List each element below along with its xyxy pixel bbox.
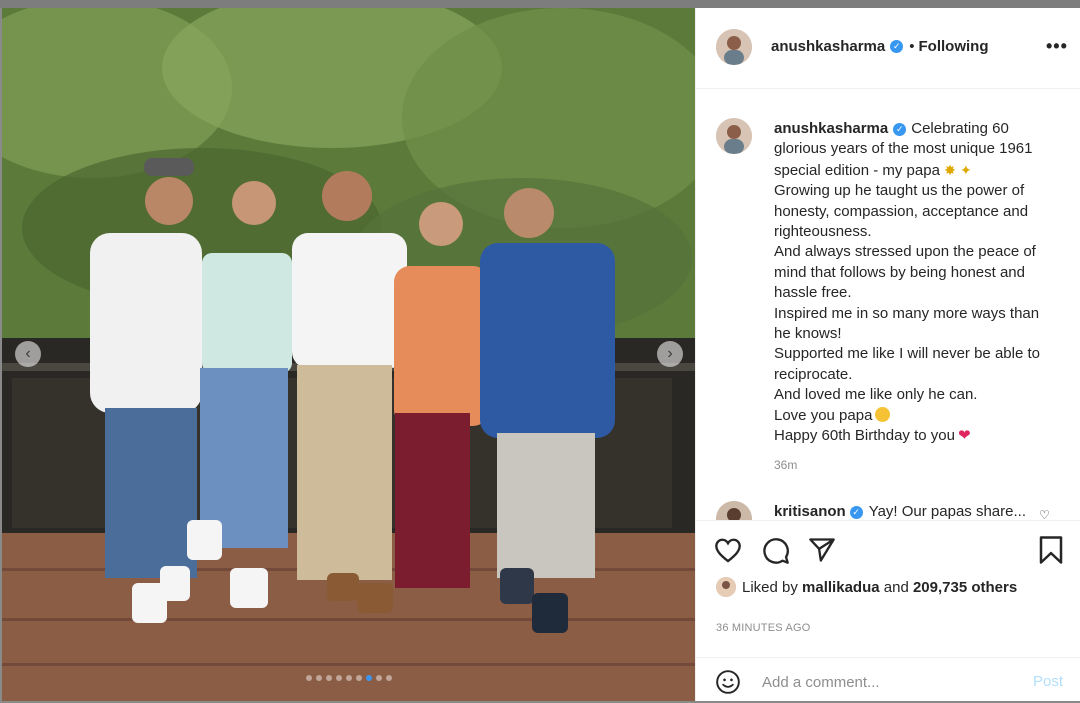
- caption-verified-badge-icon: ✓: [893, 122, 907, 136]
- liked-by-and: and: [883, 578, 909, 596]
- caption-timestamp[interactable]: 36m: [774, 458, 797, 472]
- likes-count[interactable]: 209,735 others: [913, 579, 1017, 596]
- caption-line-8: Happy 60th Birthday to you: [774, 427, 955, 445]
- verified-badge-icon: ✓: [890, 40, 904, 53]
- carousel-dot: [385, 675, 392, 681]
- caption-line-7: Love you papa: [774, 406, 873, 424]
- post-actions: Liked by mallikadua and 209,735 others 3…: [696, 520, 1080, 702]
- kiss-emoji-icon: [875, 406, 891, 422]
- carousel-next-button[interactable]: ›: [657, 341, 683, 367]
- carousel-indicator: [2, 675, 695, 681]
- caption-line-2: Growing up he taught us the power of hon…: [774, 182, 1029, 241]
- sparkle-emoji-icon: ✸: [944, 161, 956, 178]
- comments-area: anushkasharma ✓ Celebrating 60 glorious ye…: [696, 89, 1080, 520]
- following-button[interactable]: Following: [919, 38, 989, 55]
- author-avatar[interactable]: [716, 29, 752, 65]
- post-caption: anushkasharma ✓ Celebrating 60 glorious ye…: [774, 119, 1059, 447]
- caption-author-avatar[interactable]: [716, 118, 752, 154]
- post-photo[interactable]: ‹ ›: [2, 8, 695, 701]
- commenter-verified-badge-icon: ✓: [849, 505, 863, 519]
- comment-text: Yay! Our papas share...: [868, 503, 1026, 520]
- star-emoji-icon: ✦: [960, 161, 972, 178]
- photo-illustration: [2, 8, 695, 701]
- add-comment-bar: Post: [696, 657, 1080, 703]
- bookmark-icon[interactable]: [1038, 535, 1064, 565]
- carousel-dot: [325, 675, 332, 681]
- post-timestamp[interactable]: 36 MINUTES AGO: [716, 622, 811, 634]
- carousel-prev-button[interactable]: ‹: [15, 341, 41, 367]
- liker-avatar[interactable]: [716, 577, 736, 597]
- speech-bubble-icon[interactable]: [762, 537, 790, 565]
- carousel-dot: [365, 675, 372, 681]
- comment-like-icon[interactable]: ♡: [1039, 508, 1050, 520]
- post-header: anushkasharma ✓ • Following •••: [696, 8, 1080, 89]
- author-username[interactable]: anushkasharma: [771, 38, 885, 55]
- more-options-icon[interactable]: •••: [1046, 36, 1068, 57]
- header-separator: •: [909, 38, 915, 55]
- liked-by-prefix: Liked by: [742, 578, 798, 596]
- carousel-dot: [355, 675, 362, 681]
- caption-username[interactable]: anushkasharma: [774, 120, 888, 137]
- caption-line-4: Inspired me in so many more ways than he…: [774, 304, 1040, 343]
- comment-item: kritisanon ✓ Yay! Our papas share...: [774, 503, 1026, 520]
- window-top-strip: [0, 0, 1080, 8]
- carousel-dot: [305, 675, 312, 681]
- paper-plane-icon[interactable]: [808, 537, 836, 563]
- red-heart-emoji-icon: ❤: [957, 427, 971, 445]
- comment-input[interactable]: [760, 668, 1014, 696]
- commenter-avatar[interactable]: [716, 501, 752, 520]
- post-side-panel: anushkasharma ✓ • Following ••• anushkas…: [695, 8, 1080, 701]
- post-comment-button[interactable]: Post: [1033, 673, 1063, 690]
- carousel-dot: [315, 675, 322, 681]
- caption-line-5: Supported me like I will never be able t…: [774, 345, 1040, 383]
- caption-line-3: And always stressed upon the peace of mi…: [774, 243, 1036, 302]
- likes-summary: Liked by mallikadua and 209,735 others: [716, 577, 1017, 597]
- commenter-username[interactable]: kritisanon: [774, 503, 846, 520]
- carousel-dot: [345, 675, 352, 681]
- heart-outline-icon[interactable]: [714, 537, 742, 563]
- liked-by-user[interactable]: mallikadua: [802, 579, 880, 596]
- carousel-dot: [375, 675, 382, 681]
- caption-line-6: And loved me like only he can.: [774, 386, 978, 404]
- carousel-dot: [335, 675, 342, 681]
- smiley-icon[interactable]: [715, 669, 741, 695]
